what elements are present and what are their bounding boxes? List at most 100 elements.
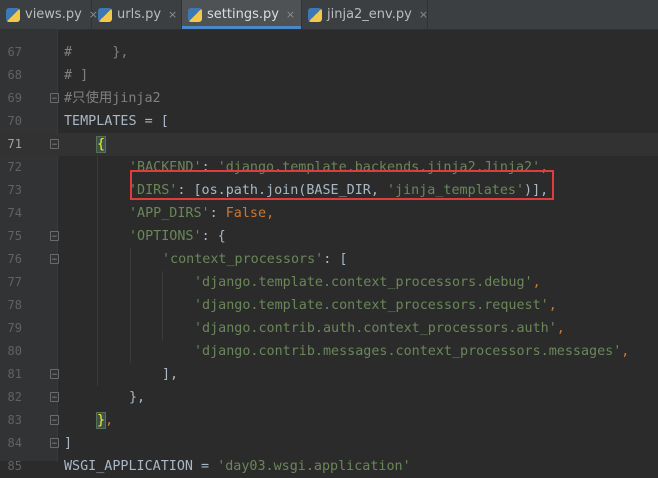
code-text: { — [95, 133, 107, 156]
code-line-78: 78 'django.template.context_processors.r… — [0, 294, 658, 317]
string-value: 'day03.wsgi.application' — [217, 459, 411, 474]
close-icon[interactable]: × — [168, 8, 177, 21]
tab-jinja2-env-py[interactable]: jinja2_env.py × — [302, 0, 428, 29]
fold-toggle-icon[interactable]: − — [50, 254, 59, 265]
tab-label: jinja2_env.py — [327, 7, 412, 22]
string-value: 'django.template.context_processors.requ… — [194, 298, 549, 313]
line-number: 75 — [7, 229, 22, 243]
line-number: 71 — [7, 137, 22, 151]
code-line-76: 76 − 'context_processors': [ — [0, 248, 658, 271]
line-number: 81 — [7, 367, 22, 381]
string-value: 'django.contrib.messages.context_process… — [194, 344, 622, 359]
fold-toggle-icon[interactable]: − — [50, 93, 59, 104]
fold-toggle-icon[interactable]: − — [50, 392, 59, 403]
code-text: 'django.template.context_processors.debu… — [194, 271, 541, 294]
close-icon[interactable]: × — [286, 8, 295, 21]
python-file-icon — [188, 7, 202, 22]
code-text: 'context_processors': [ — [162, 248, 347, 271]
line-number: 67 — [7, 45, 22, 59]
code-text: #只使用jinja2 — [64, 91, 161, 106]
line-number: 70 — [7, 114, 22, 128]
code-line-70: 70 TEMPLATES = [ — [0, 110, 658, 133]
dict-key: 'APP_DIRS' — [129, 206, 210, 221]
editor-tab-bar: views.py × urls.py × settings.py × jinja… — [0, 0, 658, 30]
close-icon[interactable]: × — [419, 8, 428, 21]
line-number: 83 — [7, 413, 22, 427]
line-number: 80 — [7, 344, 22, 358]
line-number: 79 — [7, 321, 22, 335]
line-number: 69 — [7, 91, 22, 105]
fold-toggle-icon[interactable]: − — [50, 415, 59, 426]
code-editor[interactable]: 67 # }, 68 # ] 69 − #只使用jinja2 70 TEMPLA… — [0, 30, 658, 474]
code-line-84: 84 − ] — [0, 432, 658, 455]
code-line-75: 75 − 'OPTIONS': { — [0, 225, 658, 248]
line-number: 68 — [7, 68, 22, 82]
code-punct: : — [209, 206, 226, 221]
tab-settings-py[interactable]: settings.py × — [182, 0, 302, 29]
code-operator: = — [193, 459, 218, 474]
code-punct: , — [548, 298, 557, 313]
code-line-80: 80 'django.contrib.messages.context_proc… — [0, 340, 658, 363]
code-punct: , — [621, 344, 630, 359]
code-text: ], — [162, 367, 179, 382]
tab-label: views.py — [25, 7, 82, 22]
line-number: 85 — [7, 459, 22, 473]
line-number: 84 — [7, 436, 22, 450]
code-text: ] — [64, 436, 73, 451]
code-text: 'django.contrib.messages.context_process… — [194, 340, 629, 363]
code-line-85: 85 WSGI_APPLICATION = 'day03.wsgi.applic… — [0, 455, 658, 474]
code-line-77: 77 'django.template.context_processors.d… — [0, 271, 658, 294]
line-number: 74 — [7, 206, 22, 220]
line-number: 78 — [7, 298, 22, 312]
dict-key: 'context_processors' — [162, 252, 324, 267]
fold-toggle-icon[interactable]: − — [50, 438, 59, 449]
code-text: }, — [129, 390, 146, 405]
line-number: 77 — [7, 275, 22, 289]
python-file-icon — [6, 7, 20, 22]
python-file-icon — [308, 7, 322, 22]
python-file-icon — [98, 7, 112, 22]
tab-urls-py[interactable]: urls.py × — [92, 0, 182, 29]
code-punct: , — [105, 413, 114, 428]
code-text: 'OPTIONS': { — [129, 225, 226, 248]
code-identifier: WSGI_APPLICATION — [64, 459, 193, 474]
code-text: 'django.template.context_processors.requ… — [194, 294, 557, 317]
fold-toggle-icon[interactable]: − — [50, 139, 59, 150]
code-line-74: 74 'APP_DIRS': False, — [0, 202, 658, 225]
line-number: 72 — [7, 160, 22, 174]
keyword-value: False — [225, 206, 267, 221]
code-text: WSGI_APPLICATION = 'day03.wsgi.applicati… — [64, 455, 411, 478]
code-line-67: 67 # }, — [0, 41, 658, 64]
code-punct: , — [556, 321, 565, 336]
code-text: }, — [95, 409, 114, 432]
string-value: 'django.contrib.auth.context_processors.… — [194, 321, 557, 336]
code-text: # ] — [64, 68, 89, 83]
code-text: 'django.contrib.auth.context_processors.… — [194, 317, 565, 340]
line-number: 76 — [7, 252, 22, 266]
code-identifier: TEMPLATES — [64, 114, 137, 129]
code-line-81: 81 − ], — [0, 363, 658, 386]
string-value: 'django.template.context_processors.debu… — [194, 275, 533, 290]
code-text: # }, — [64, 45, 129, 60]
line-number: 73 — [7, 183, 22, 197]
tab-views-py[interactable]: views.py × — [0, 0, 98, 29]
code-operator: = [ — [136, 114, 169, 129]
code-punct: , — [532, 275, 541, 290]
matched-brace: { — [95, 136, 107, 153]
code-line-79: 79 'django.contrib.auth.context_processo… — [0, 317, 658, 340]
fold-toggle-icon[interactable]: − — [50, 231, 59, 242]
code-line-71: 71 − { — [0, 133, 658, 156]
fold-toggle-icon[interactable]: − — [50, 369, 59, 380]
code-punct: : { — [201, 229, 226, 244]
highlight-annotation-box — [130, 170, 554, 200]
code-punct: , — [266, 206, 275, 221]
dict-key: 'OPTIONS' — [129, 229, 202, 244]
code-line-83: 83 − }, — [0, 409, 658, 432]
code-line-82: 82 − }, — [0, 386, 658, 409]
code-line-69: 69 − #只使用jinja2 — [0, 87, 658, 110]
line-number: 82 — [7, 390, 22, 404]
code-punct: : [ — [323, 252, 348, 267]
matched-brace: } — [95, 412, 107, 429]
code-text: 'APP_DIRS': False, — [129, 202, 274, 225]
code-line-68: 68 # ] — [0, 64, 658, 87]
